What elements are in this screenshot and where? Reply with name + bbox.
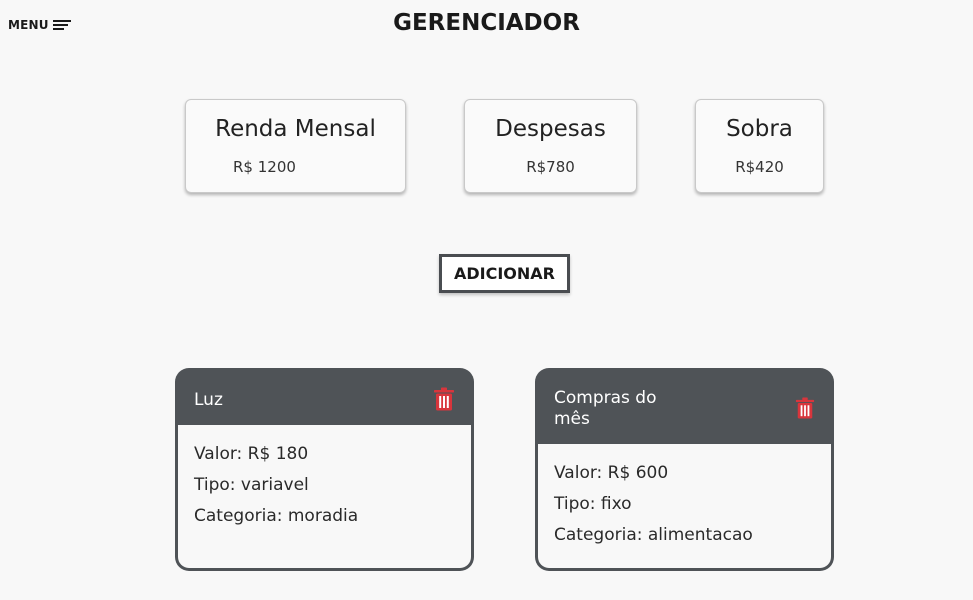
trash-icon[interactable]: [795, 397, 815, 419]
summary-title-renda-mensal: Renda Mensal: [215, 116, 376, 142]
expense-card: Luz Valor: R$ 180 Tipo: variavel Categor…: [175, 368, 474, 571]
add-expense-button[interactable]: ADICIONAR: [439, 254, 570, 293]
summary-card-renda-mensal: Renda Mensal R$ 1200: [185, 99, 406, 193]
summary-value-renda-mensal: R$ 1200: [233, 158, 296, 176]
expense-name: Compras do mês: [554, 388, 657, 429]
expense-valor: Valor: R$ 600: [554, 463, 669, 483]
expense-card: Compras do mês Valor: R$ 600 Tipo: fixo …: [535, 368, 834, 571]
trash-icon[interactable]: [433, 387, 455, 411]
expense-valor: Valor: R$ 180: [194, 444, 309, 464]
page: MENU GERENCIADOR Renda Mensal R$ 1200 De…: [0, 0, 973, 600]
expense-categoria: Categoria: alimentacao: [554, 525, 753, 545]
expense-tipo: Tipo: variavel: [194, 475, 309, 495]
summary-title-sobra: Sobra: [726, 116, 793, 142]
expense-name: Luz: [194, 390, 223, 410]
expense-card-body: Valor: R$ 180 Tipo: variavel Categoria: …: [178, 425, 471, 568]
page-title: GERENCIADOR: [393, 10, 580, 36]
summary-card-despesas: Despesas R$780: [464, 99, 637, 193]
summary-value-sobra: R$420: [735, 158, 784, 176]
expense-categoria: Categoria: moradia: [194, 506, 359, 526]
expense-card-header: Luz: [178, 371, 471, 425]
summary-title-despesas: Despesas: [495, 116, 606, 142]
expense-tipo: Tipo: fixo: [554, 494, 632, 514]
expense-card-body: Valor: R$ 600 Tipo: fixo Categoria: alim…: [538, 444, 831, 568]
expense-card-header: Compras do mês: [538, 371, 831, 444]
summary-card-sobra: Sobra R$420: [695, 99, 824, 193]
summary-value-despesas: R$780: [526, 158, 575, 176]
